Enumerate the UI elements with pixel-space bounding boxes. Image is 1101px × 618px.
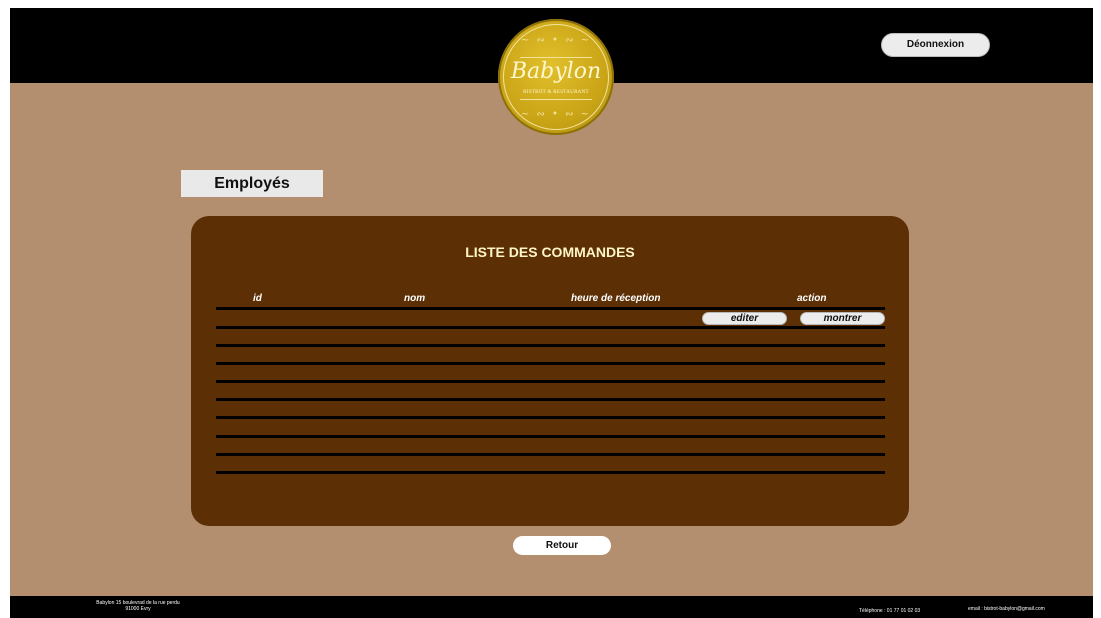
footer-email[interactable]: email : bistrot-babylon@gmail.com (968, 606, 1045, 612)
column-header-nom: nom (404, 293, 426, 304)
table-row-divider (216, 362, 885, 365)
table-row-divider (216, 307, 885, 310)
show-button[interactable]: montrer (800, 312, 885, 325)
page-title: Employés (181, 170, 323, 197)
column-header-heure: heure de réception (571, 293, 661, 304)
edit-button[interactable]: editer (702, 312, 787, 325)
back-button[interactable]: Retour (513, 536, 611, 555)
logo-rule (520, 57, 592, 58)
logo-ornament-bottom: ~ ∾ • ∾ ~ (520, 109, 592, 120)
babylon-logo: ~ ∾ • ∾ ~ Babylon BISTROT & RESTAURANT ~… (498, 19, 614, 135)
table-row-divider (216, 326, 885, 329)
logo-ornament-top: ~ ∾ • ∾ ~ (520, 35, 592, 46)
footer-address: Babylon 15 boulevrad de la rue perdu 910… (78, 600, 198, 612)
table-row-divider (216, 398, 885, 401)
orders-panel: LISTE DES COMMANDES id nom heure de réce… (191, 216, 909, 526)
logout-button[interactable]: Déonnexion (881, 33, 990, 57)
table-row-divider (216, 416, 885, 419)
table-row-divider (216, 435, 885, 438)
logo-rule (520, 99, 592, 100)
table-row-divider (216, 453, 885, 456)
table-row-divider (216, 380, 885, 383)
footer-phone: Téléphone : 01 77 01 02 03 (859, 608, 921, 614)
table-row-divider (216, 471, 885, 474)
logo-tagline: BISTROT & RESTAURANT (523, 90, 589, 95)
column-header-id: id (253, 293, 262, 304)
footer-address-line2: 91000 Evry (125, 606, 151, 612)
orders-title: LISTE DES COMMANDES (465, 244, 635, 260)
logo-name: Babylon (510, 59, 602, 84)
footer: Babylon 15 boulevrad de la rue perdu 910… (10, 596, 1093, 618)
column-header-action: action (797, 293, 827, 304)
table-row-divider (216, 344, 885, 347)
app-frame: ~ ∾ • ∾ ~ Babylon BISTROT & RESTAURANT ~… (10, 8, 1093, 618)
